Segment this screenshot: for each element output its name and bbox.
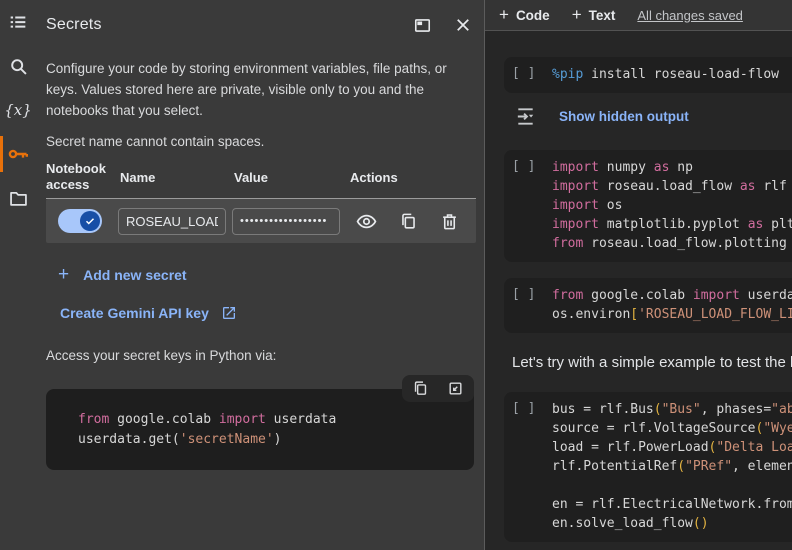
list-icon [7,11,29,33]
toggle-thumb [80,211,100,231]
copy-secret-icon[interactable] [399,212,418,231]
notebook-content: [ ] %pip install roseau-load-flow Show h… [485,31,792,542]
notebook-access-toggle[interactable] [58,209,102,233]
run-cell-button[interactable]: [ ] [512,65,538,84]
secret-name-input[interactable] [118,207,226,235]
search-icon [8,56,29,77]
add-new-secret-label: Add new secret [83,267,187,283]
notebook-area: + Code + Text All changes saved [ ] %pip… [485,0,792,550]
folder-icon [8,188,29,209]
secrets-panel-header: Secrets [44,0,476,46]
code-cell-license[interactable]: [ ] from google.colab import userdataos.… [504,278,792,333]
table-row [46,199,476,243]
show-value-eye-icon[interactable] [356,211,377,232]
external-link-icon [221,305,237,321]
create-gemini-api-key-label: Create Gemini API key [60,305,209,321]
add-new-secret-button[interactable]: + Add new secret [58,264,187,285]
save-status-link[interactable]: All changes saved [637,8,743,23]
add-text-cell-button[interactable]: + Text [572,5,616,25]
markdown-cell[interactable]: Let's try with a simple example to test … [512,354,792,371]
python-snippet: from google.colab import userdata userdat… [46,375,474,470]
copy-code-icon[interactable] [412,380,429,397]
hidden-output-row: Show hidden output [514,105,792,128]
secret-value-input[interactable] [232,207,340,235]
key-icon [6,142,30,166]
insert-code-icon[interactable] [447,380,464,397]
secret-row-actions [344,211,476,232]
add-text-label: Text [588,7,616,23]
access-hint: Access your secret keys in Python via: [46,348,277,363]
code-cell-pip-install[interactable]: [ ] %pip install roseau-load-flow [504,57,792,93]
column-header-name: Name [120,169,156,185]
run-cell-button[interactable]: [ ] [512,400,538,533]
secrets-panel: Secrets Configure your code by storing e… [36,0,484,550]
activity-bar: {x} [0,0,36,550]
plus-icon: + [499,5,509,24]
close-icon[interactable] [454,16,472,34]
add-code-label: Code [515,7,550,23]
delete-secret-icon[interactable] [440,212,459,231]
variables-icon: {x} [4,101,32,119]
sidebar-item-search[interactable] [0,44,36,88]
panel-description: Configure your code by storing environme… [46,61,447,118]
snippet-toolbar [402,375,474,402]
column-header-actions: Actions [350,169,398,185]
code-cell-network[interactable]: [ ] bus = rlf.Bus("Bus", phases="abcn")s… [504,392,792,542]
sidebar-item-variables[interactable]: {x} [0,88,36,132]
page-title: Secrets [46,16,102,33]
add-code-cell-button[interactable]: + Code [499,5,550,25]
open-in-tab-icon[interactable] [413,16,432,35]
sidebar-item-files[interactable] [0,176,36,220]
show-output-icon[interactable] [514,105,537,128]
sidebar-item-secrets[interactable] [0,132,36,176]
panel-note: Secret name cannot contain spaces. [46,134,265,149]
column-header-access: Notebook access [46,161,106,192]
panel-divider[interactable] [484,0,485,550]
plus-icon: + [571,5,582,24]
code-cell-imports[interactable]: [ ] import numpy as np import roseau.load… [504,150,792,262]
plus-icon: + [58,264,70,285]
show-hidden-output-button[interactable]: Show hidden output [559,109,689,124]
secrets-table-header: Notebook access Name Value Actions [46,161,476,199]
run-cell-button[interactable]: [ ] [512,158,538,253]
run-cell-button[interactable]: [ ] [512,286,538,324]
notebook-toolbar: + Code + Text All changes saved [485,0,792,31]
sidebar-item-table-of-contents[interactable] [0,0,36,44]
column-header-value: Value [234,169,268,185]
create-gemini-api-key-button[interactable]: Create Gemini API key [60,305,237,321]
